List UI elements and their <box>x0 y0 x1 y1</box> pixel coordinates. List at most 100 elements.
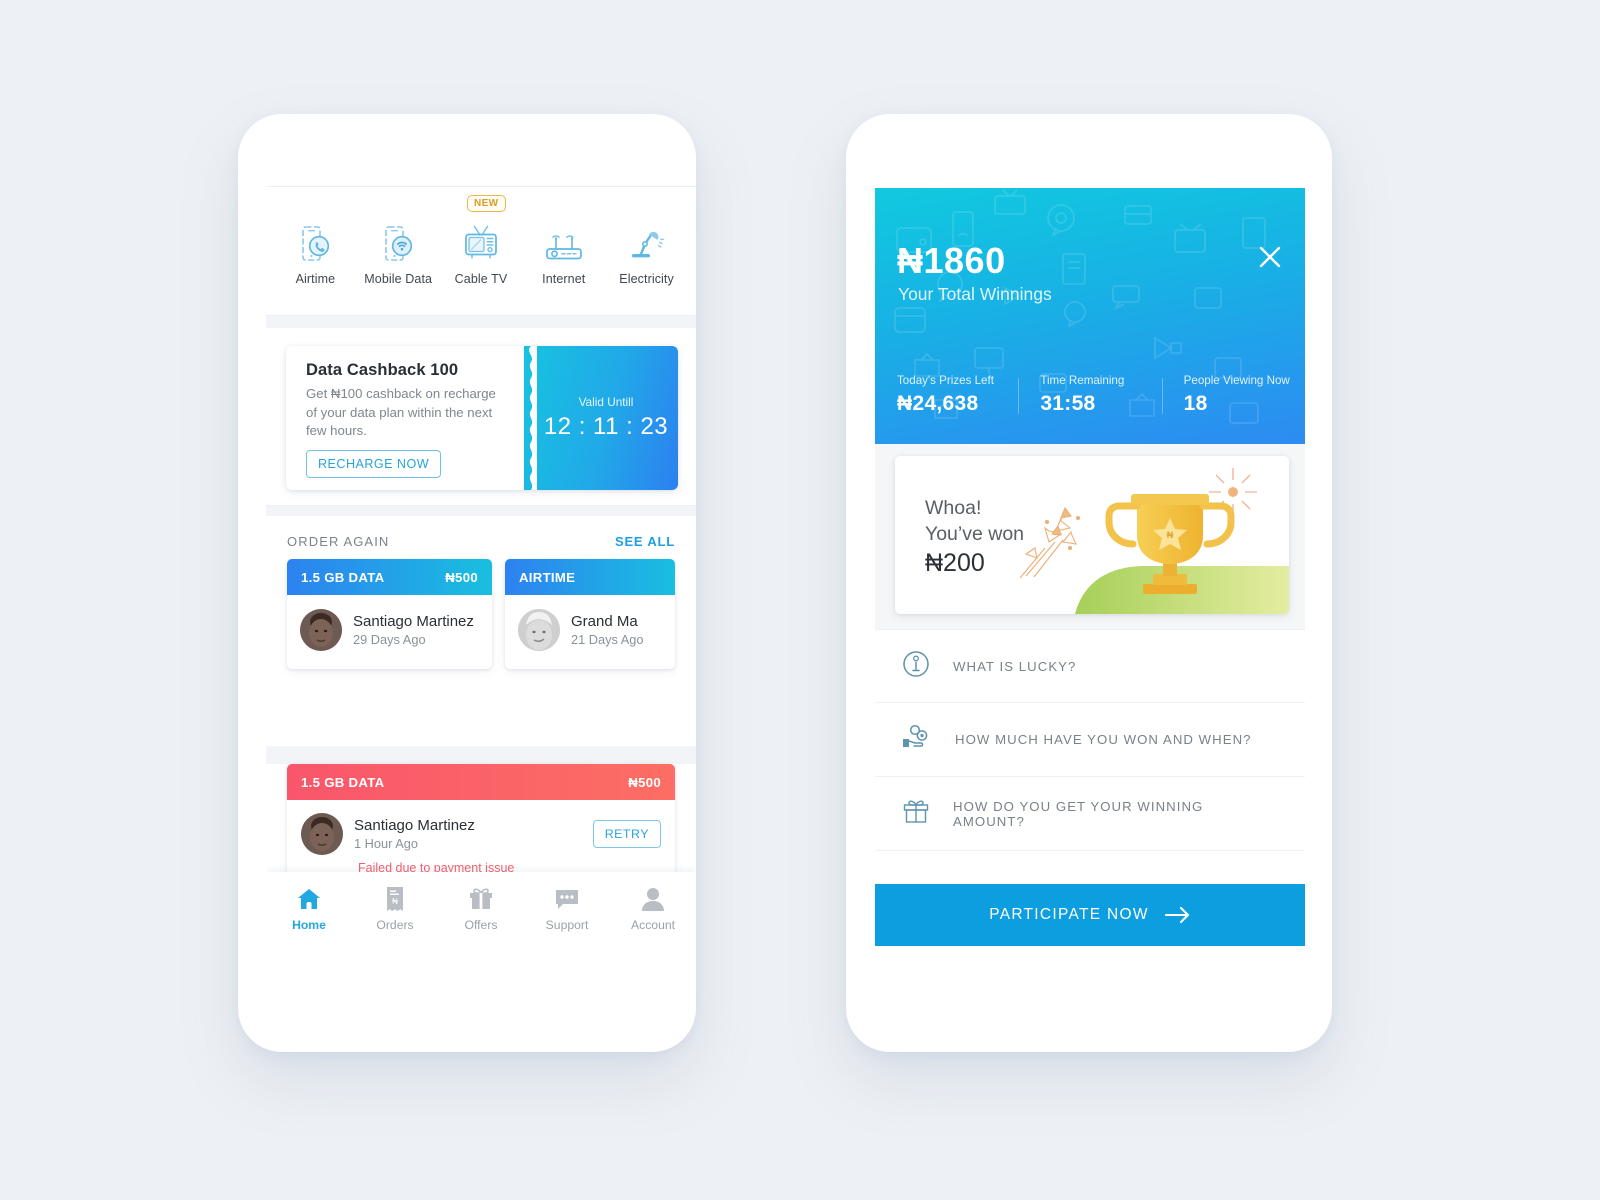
won-section: ₦ Whoa! You’ve won ₦200 <box>875 444 1305 629</box>
nav-label: Account <box>630 917 676 932</box>
won-amount: ₦200 <box>925 549 985 578</box>
participate-label: PARTICIPATE NOW <box>989 906 1149 923</box>
stat-label: Today's Prizes Left <box>897 374 994 387</box>
faq-list: WHAT IS LUCKY? HOW MUCH HAVE YOU WON AND… <box>875 629 1305 851</box>
order-card-name: Santiago Martinez <box>353 613 474 630</box>
hand-coins-icon <box>901 722 933 757</box>
nav-item-support[interactable]: Support <box>530 885 604 932</box>
won-line2: You’ve won <box>925 522 1025 545</box>
participate-now-button[interactable]: PARTICIPATE NOW <box>875 884 1305 946</box>
stat-value: 31:58 <box>1040 392 1096 415</box>
person-icon <box>616 885 690 913</box>
recharge-now-button[interactable]: RECHARGE NOW <box>306 450 442 479</box>
cashback-description: Get ₦100 cashback on recharge of your da… <box>306 386 496 439</box>
service-label: Airtime <box>295 271 336 286</box>
order-again-header: ORDER AGAIN SEE ALL <box>266 516 696 559</box>
faq-item-how-to-get-amount[interactable]: HOW DO YOU GET YOUR WINNING AMOUNT? <box>875 777 1305 851</box>
router-icon <box>525 217 603 263</box>
failed-order-type: 1.5 GB DATA <box>301 774 385 790</box>
countdown-timer: 12 : 11 : 23 <box>543 413 669 440</box>
failed-order-time: 1 Hour Ago <box>354 836 419 851</box>
stat-value: 18 <box>1183 392 1208 415</box>
service-label: Internet <box>542 271 586 286</box>
service-label: Cable TV <box>454 271 508 286</box>
order-card-body: Grand Ma 21 Days Ago <box>505 595 675 669</box>
order-card-header: AIRTIME <box>504 559 675 595</box>
order-card-amount: ₦500 <box>445 569 478 585</box>
arrow-right-icon <box>1164 906 1189 924</box>
gift-icon <box>444 885 518 913</box>
cashback-card[interactable]: Data Cashback 100 Get ₦100 cashback on r… <box>286 346 678 490</box>
screenshot-stage: Airtime Mobile Data NEW Cable TV Interne… <box>0 0 1600 1200</box>
failed-order-card[interactable]: 1.5 GB DATA ₦500 Santiago Martinez 1 Hou… <box>287 764 675 889</box>
gift-icon <box>901 796 931 831</box>
phone-wifi-icon <box>359 217 437 263</box>
order-again-title: ORDER AGAIN <box>287 534 390 549</box>
total-winnings-amount: ₦1860 <box>897 240 1006 281</box>
nav-label: Offers <box>464 917 498 932</box>
order-card-type: 1.5 GB DATA <box>301 569 385 585</box>
svg-text:₦: ₦ <box>1167 530 1174 540</box>
stat-people-viewing: People Viewing Now 18 <box>1161 374 1305 416</box>
won-text: Whoa! You’ve won ₦200 <box>925 496 1024 578</box>
service-internet[interactable]: Internet <box>525 217 603 286</box>
desk-lamp-icon <box>608 217 686 263</box>
failed-order-body: Santiago Martinez 1 Hour Ago RETRY <box>287 800 675 861</box>
faq-label: HOW MUCH HAVE YOU WON AND WHEN? <box>955 732 1252 747</box>
cashback-section: Data Cashback 100 Get ₦100 cashback on r… <box>266 328 696 506</box>
see-all-link[interactable]: SEE ALL <box>615 534 675 549</box>
nav-label: Support <box>545 917 589 932</box>
faq-label: WHAT IS LUCKY? <box>953 658 1077 674</box>
stat-prizes-left: Today's Prizes Left ₦24,638 <box>875 374 1018 416</box>
order-card[interactable]: 1.5 GB DATA ₦500 Santiago Martinez 29 Da… <box>287 559 492 669</box>
nav-item-account[interactable]: Account <box>616 885 690 932</box>
avatar <box>517 609 560 651</box>
new-badge: NEW <box>466 194 506 212</box>
order-card-type: AIRTIME <box>518 569 576 585</box>
section-divider <box>266 746 696 764</box>
stat-value: ₦24,638 <box>897 392 979 415</box>
service-cable-tv[interactable]: NEW Cable TV <box>442 194 520 286</box>
won-card[interactable]: ₦ Whoa! You’ve won ₦200 <box>895 456 1289 614</box>
close-icon[interactable] <box>1257 244 1283 270</box>
order-card-header: 1.5 GB DATA ₦500 <box>287 559 492 595</box>
avatar <box>301 813 343 855</box>
ticket-notch-edge <box>529 346 537 490</box>
failed-order-person: Santiago Martinez 1 Hour Ago <box>354 817 475 851</box>
order-card-body: Santiago Martinez 29 Days Ago <box>287 595 492 669</box>
service-label: Mobile Data <box>364 271 433 286</box>
nav-item-orders[interactable]: ₦ Orders <box>358 885 432 932</box>
failed-order-amount: ₦500 <box>628 774 661 790</box>
cashback-info: Data Cashback 100 Get ₦100 cashback on r… <box>286 346 524 490</box>
valid-until-label: Valid Untill <box>578 395 634 409</box>
avatar <box>300 609 342 651</box>
phone-mockup-left: Airtime Mobile Data NEW Cable TV Interne… <box>238 114 696 1052</box>
retry-button[interactable]: RETRY <box>592 820 661 848</box>
cashback-title: Data Cashback 100 <box>306 361 459 379</box>
receipt-icon: ₦ <box>358 885 432 913</box>
failed-order-name: Santiago Martinez <box>354 817 475 834</box>
won-line1: Whoa! <box>925 497 982 519</box>
faq-item-how-much-won[interactable]: HOW MUCH HAVE YOU WON AND WHEN? <box>875 703 1305 777</box>
phone-mockup-right: ₦1860 Your Total Winnings Today's Prizes… <box>846 114 1332 1052</box>
order-card-person: Santiago Martinez 29 Days Ago <box>353 613 474 647</box>
failed-order-header: 1.5 GB DATA ₦500 <box>287 764 675 800</box>
order-again-section: ORDER AGAIN SEE ALL 1.5 GB DATA ₦500 San… <box>266 516 696 669</box>
nav-item-home[interactable]: Home <box>272 885 346 932</box>
faq-item-what-is-lucky[interactable]: WHAT IS LUCKY? <box>875 629 1305 703</box>
home-icon <box>272 885 346 913</box>
order-card[interactable]: AIRTIME Grand Ma 21 Days Ago <box>504 559 675 669</box>
service-mobile-data[interactable]: Mobile Data <box>359 217 437 286</box>
stat-time-remaining: Time Remaining 31:58 <box>1018 374 1161 416</box>
order-card-time: 29 Days Ago <box>353 632 426 647</box>
service-electricity[interactable]: Electricity <box>608 217 686 286</box>
phone-call-icon <box>276 217 354 263</box>
nav-item-offers[interactable]: Offers <box>444 885 518 932</box>
television-icon <box>442 217 520 263</box>
nav-label: Home <box>292 917 326 932</box>
order-card-time: 21 Days Ago <box>570 632 644 647</box>
app-screen-lucky: ₦1860 Your Total Winnings Today's Prizes… <box>875 188 1305 946</box>
total-winnings-label: Your Total Winnings <box>898 284 1052 304</box>
service-airtime[interactable]: Airtime <box>276 217 354 286</box>
order-again-list: 1.5 GB DATA ₦500 Santiago Martinez 29 Da… <box>266 559 696 669</box>
